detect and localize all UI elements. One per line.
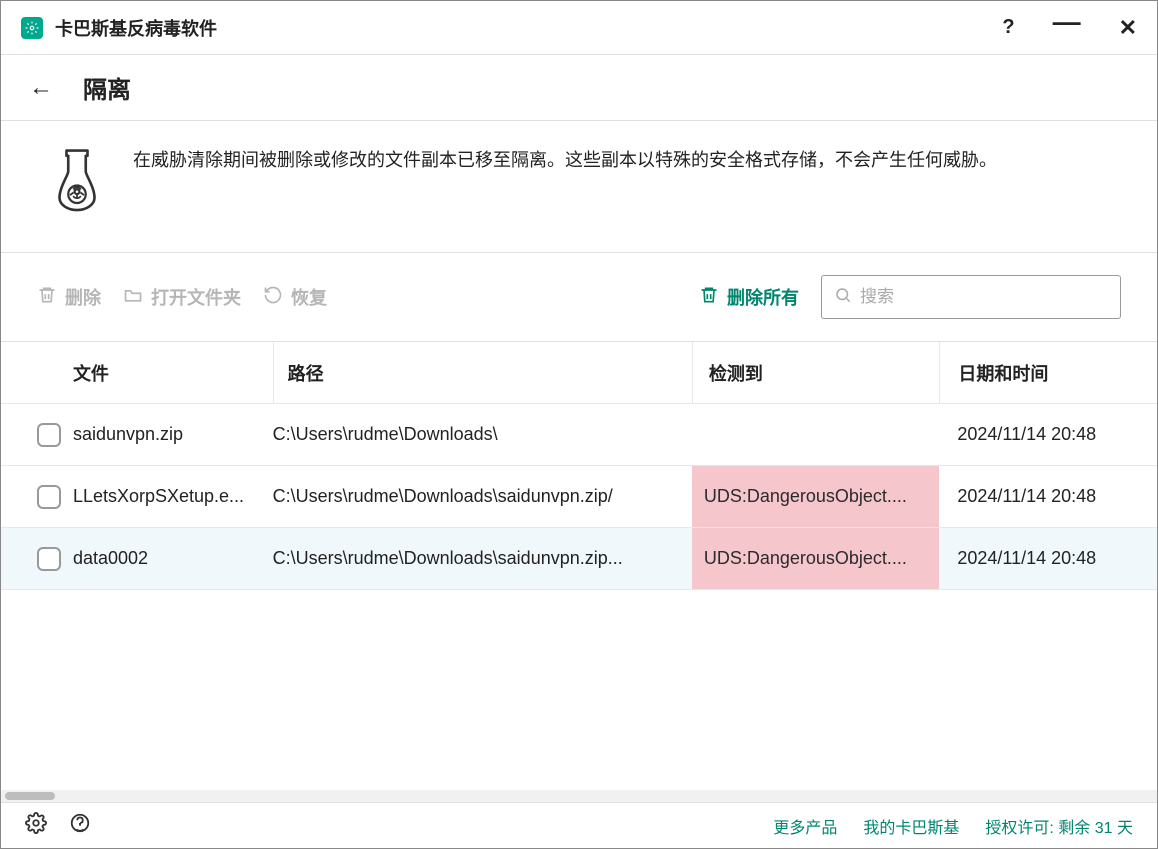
delete-label: 删除	[65, 284, 101, 310]
search-icon	[834, 286, 852, 309]
cell-detected: UDS:DangerousObject....	[692, 466, 940, 527]
table-header: 文件 路径 检测到 日期和时间	[1, 342, 1157, 404]
app-title: 卡巴斯基反病毒软件	[55, 15, 217, 41]
trash-icon	[37, 285, 57, 310]
license-link[interactable]: 授权许可: 剩余 31 天	[985, 814, 1133, 838]
header-path[interactable]: 路径	[273, 342, 692, 403]
footer-links: 更多产品 我的卡巴斯基 授权许可: 剩余 31 天	[773, 814, 1133, 838]
threat-tag: UDS:DangerousObject....	[692, 528, 940, 589]
header-datetime[interactable]: 日期和时间	[939, 342, 1157, 403]
trash-icon	[699, 285, 719, 310]
restore-label: 恢复	[291, 284, 327, 310]
table-row[interactable]: data0002C:\Users\rudme\Downloads\saidunv…	[1, 528, 1157, 590]
cell-file: saidunvpn.zip	[73, 424, 273, 445]
threat-tag: UDS:DangerousObject....	[692, 466, 940, 527]
folder-icon	[123, 285, 143, 310]
cell-path: C:\Users\rudme\Downloads\	[273, 424, 692, 445]
delete-button[interactable]: 删除	[37, 284, 101, 310]
app-icon	[21, 17, 43, 39]
horizontal-scrollbar[interactable]	[1, 790, 1157, 802]
row-checkbox[interactable]	[37, 547, 61, 571]
restore-icon	[263, 285, 283, 310]
delete-all-button[interactable]: 删除所有	[699, 284, 799, 310]
row-checkbox[interactable]	[37, 485, 61, 509]
help-icon[interactable]: ?	[1002, 16, 1014, 39]
support-icon[interactable]	[69, 812, 91, 839]
page-header: ← 隔离	[1, 55, 1157, 121]
open-folder-button[interactable]: 打开文件夹	[123, 284, 241, 310]
cell-detected: UDS:DangerousObject....	[692, 528, 940, 589]
quarantine-table: 文件 路径 检测到 日期和时间 saidunvpn.zipC:\Users\ru…	[1, 341, 1157, 590]
header-detected[interactable]: 检测到	[692, 342, 940, 403]
cell-detected	[692, 404, 940, 465]
cell-path: C:\Users\rudme\Downloads\saidunvpn.zip..…	[273, 548, 692, 569]
minimize-icon[interactable]: —	[1053, 6, 1081, 38]
titlebar: 卡巴斯基反病毒软件 ? — ✕	[1, 1, 1157, 55]
window-controls: ? — ✕	[1002, 12, 1137, 44]
cell-datetime: 2024/11/14 20:48	[939, 486, 1157, 507]
toolbar: 删除 打开文件夹 恢复 删除所有	[1, 253, 1157, 341]
back-arrow-icon[interactable]: ←	[29, 74, 53, 102]
cell-path: C:\Users\rudme\Downloads\saidunvpn.zip/	[273, 486, 692, 507]
restore-button[interactable]: 恢复	[263, 284, 327, 310]
info-banner: 在威胁清除期间被删除或修改的文件副本已移至隔离。这些副本以特殊的安全格式存储，不…	[1, 121, 1157, 253]
quarantine-flask-icon	[49, 147, 105, 222]
my-kaspersky-link[interactable]: 我的卡巴斯基	[863, 814, 959, 838]
settings-gear-icon[interactable]	[25, 812, 47, 839]
cell-datetime: 2024/11/14 20:48	[939, 548, 1157, 569]
row-checkbox[interactable]	[37, 423, 61, 447]
footer: 更多产品 我的卡巴斯基 授权许可: 剩余 31 天	[1, 802, 1157, 848]
table-row[interactable]: saidunvpn.zipC:\Users\rudme\Downloads\ 20…	[1, 404, 1157, 466]
page-title: 隔离	[83, 70, 131, 105]
cell-file: LLetsXorpSXetup.e...	[73, 486, 273, 507]
header-file[interactable]: 文件	[73, 360, 273, 386]
delete-all-label: 删除所有	[727, 284, 799, 310]
more-products-link[interactable]: 更多产品	[773, 814, 837, 838]
search-box[interactable]	[821, 275, 1121, 319]
close-icon[interactable]: ✕	[1119, 15, 1137, 41]
cell-file: data0002	[73, 548, 273, 569]
scrollbar-thumb[interactable]	[5, 792, 55, 800]
search-input[interactable]	[860, 287, 1108, 307]
table-row[interactable]: LLetsXorpSXetup.e...C:\Users\rudme\Downl…	[1, 466, 1157, 528]
cell-datetime: 2024/11/14 20:48	[939, 424, 1157, 445]
open-folder-label: 打开文件夹	[151, 284, 241, 310]
info-text: 在威胁清除期间被删除或修改的文件副本已移至隔离。这些副本以特殊的安全格式存储，不…	[133, 145, 997, 222]
